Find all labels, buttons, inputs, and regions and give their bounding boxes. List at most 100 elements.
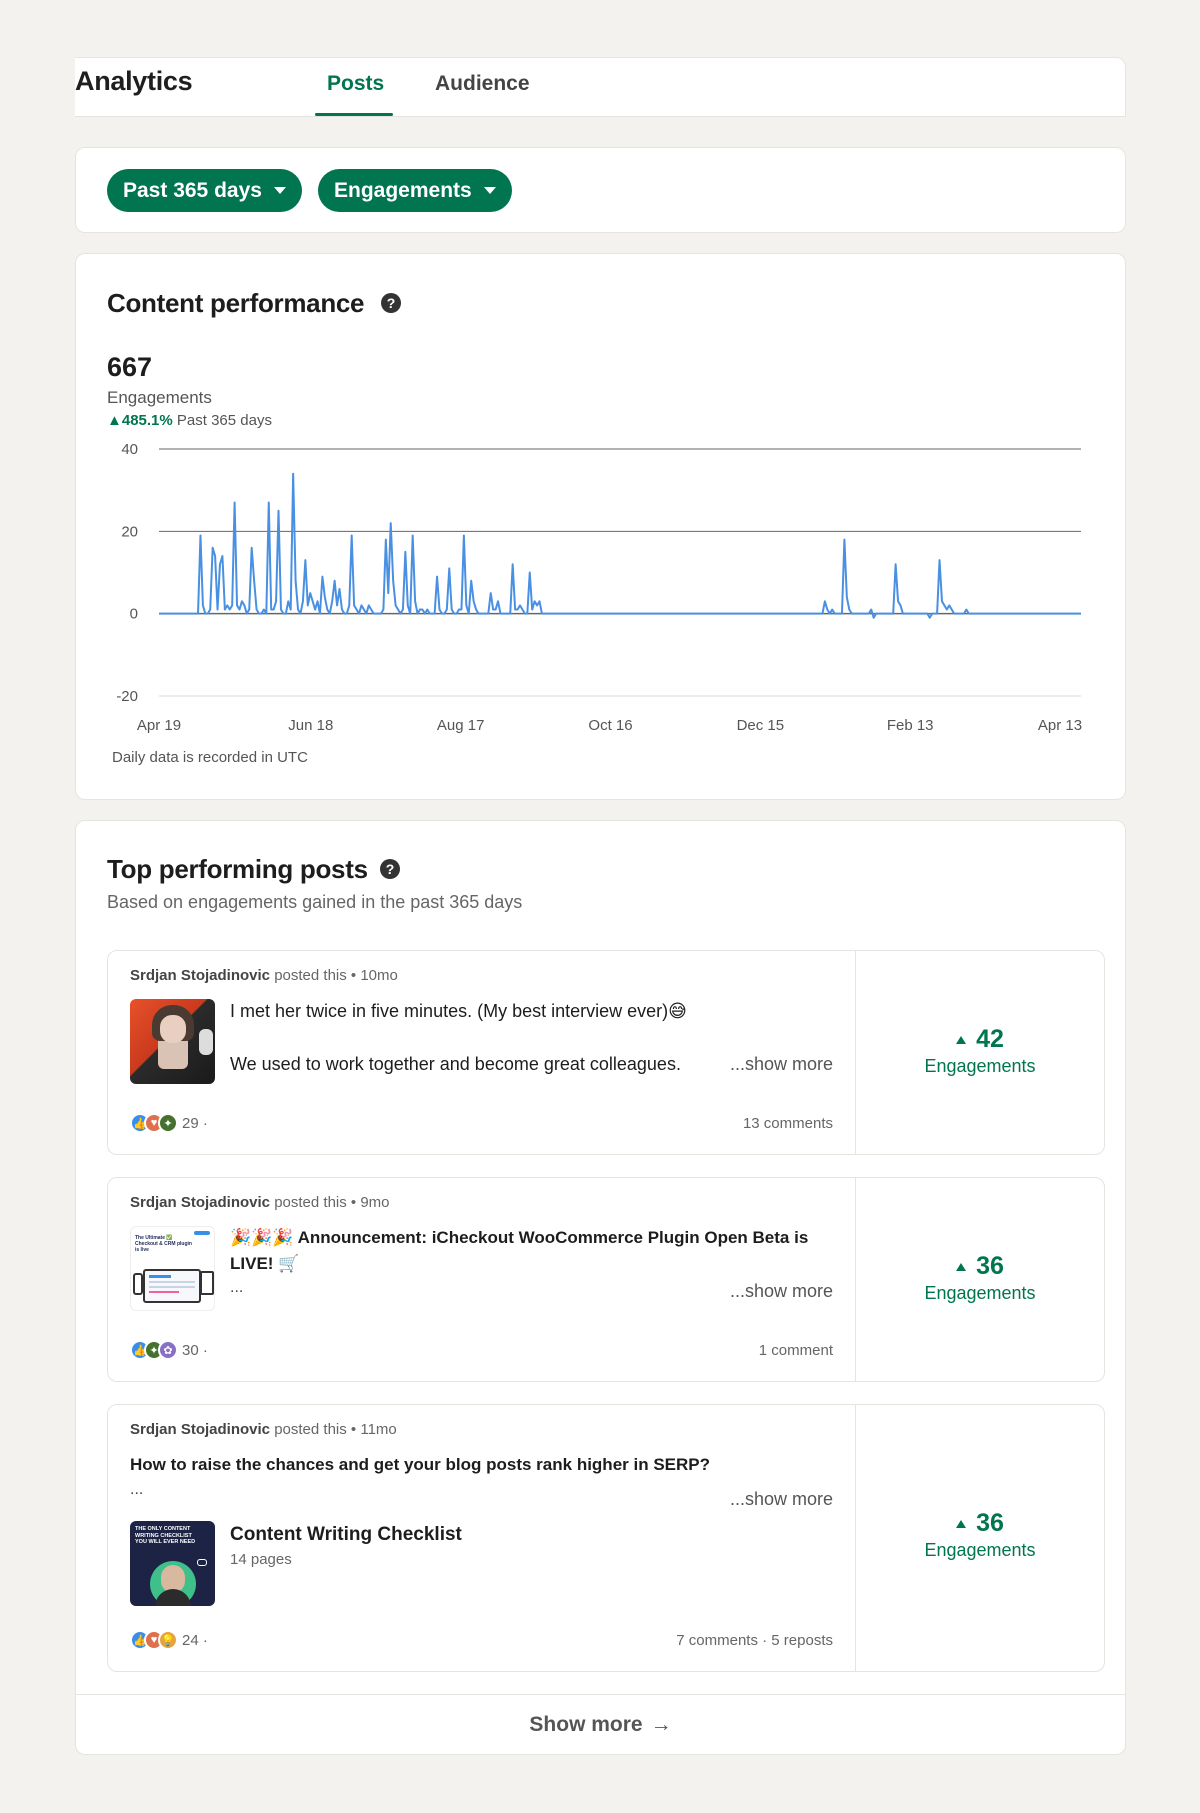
engagement-count: 42: [976, 1025, 1004, 1053]
reactions-summary[interactable]: 👍 ♥ ✦ 29 ·: [130, 1113, 208, 1133]
reactions-summary[interactable]: 👍 ♥ 💡 24 ·: [130, 1630, 208, 1650]
post-age: • 9mo: [350, 1194, 390, 1211]
badge-shape: [194, 1231, 210, 1235]
post-engagements: 42 Engagements: [856, 1025, 1104, 1077]
post-content: Srdjan Stojadinovic posted this • 11mo H…: [108, 1405, 856, 1671]
x-tick-label: Feb 13: [887, 717, 934, 734]
post-engagements: 36 Engagements: [856, 1252, 1104, 1304]
engagements-line-chart: 40 20 0 -20 Apr 19 Jun 18 Aug 17 Oct 16 Dec 15 Fe…: [116, 441, 1082, 734]
triangle-up-icon: [956, 1519, 967, 1528]
section-title: Top performing posts: [107, 854, 368, 884]
metric-label: Engagements: [334, 178, 472, 202]
total-engagements: 667: [107, 352, 153, 382]
reaction-count: 30 ·: [182, 1341, 208, 1359]
face-shape: [160, 1015, 186, 1043]
comments-count[interactable]: 1 comment: [759, 1342, 833, 1359]
show-more-button[interactable]: Show more →: [76, 1694, 1125, 1754]
x-tick-label: Apr 13: [1038, 717, 1082, 734]
page-title: Analytics: [75, 66, 193, 96]
post-thumbnail[interactable]: The Ultimate ✅ Checkout & CRM plugin is …: [130, 1226, 215, 1311]
engagement-label: Engagements: [924, 1056, 1036, 1076]
date-range-dropdown[interactable]: Past 365 days: [107, 169, 302, 212]
celebrate-reaction-icon: ✦: [158, 1113, 178, 1133]
triangle-up-icon: [956, 1262, 967, 1271]
y-tick-label: 20: [121, 523, 138, 540]
post-text-line: I met her twice in five minutes. (My bes…: [230, 1001, 687, 1021]
posted-this: posted this: [274, 1194, 347, 1211]
tablet-icon: [200, 1271, 214, 1295]
author-name[interactable]: Srdjan Stojadinovic: [130, 1421, 270, 1438]
date-range-label: Past 365 days: [123, 178, 262, 202]
microphone-icon: [199, 1029, 213, 1055]
post-thumbnail[interactable]: [130, 999, 215, 1084]
engagement-label: Engagements: [924, 1283, 1036, 1303]
content-performance-card: Content performance ? 667 Engagements ▲4…: [75, 253, 1126, 800]
chat-bubble-icon: [197, 1559, 207, 1566]
engagements-series-line[interactable]: [159, 472, 1081, 619]
phone-icon: [133, 1273, 143, 1295]
metric-name: Engagements: [107, 388, 212, 407]
insightful-reaction-icon: ✿: [158, 1340, 178, 1360]
post-text-line: We used to work together and become grea…: [230, 1054, 681, 1074]
post-text-line: How to raise the chances and get your bl…: [130, 1455, 710, 1474]
change-indicator: ▲485.1% Past 365 days: [107, 412, 272, 429]
post-age: • 11mo: [350, 1421, 397, 1438]
top-posts-card: Top performing posts ? Based on engageme…: [75, 820, 1126, 1755]
document-title[interactable]: Content Writing Checklist: [230, 1524, 462, 1546]
show-more-link[interactable]: ...show more: [730, 1489, 833, 1510]
post-author-line: Srdjan Stojadinovic posted this • 9mo: [130, 1194, 390, 1211]
insightful-reaction-icon: 💡: [158, 1630, 178, 1650]
document-thumbnail[interactable]: THE ONLY CONTENT WRITING CHECKLIST YOU W…: [130, 1521, 215, 1606]
arrow-right-icon: →: [650, 1712, 672, 1736]
change-period: Past 365 days: [176, 412, 272, 429]
analytics-header: Analytics Posts Audience: [75, 57, 1126, 117]
tab-posts[interactable]: Posts: [327, 72, 384, 96]
engagement-count: 36: [976, 1252, 1004, 1280]
show-more-link[interactable]: ...show more: [730, 1281, 833, 1302]
author-name[interactable]: Srdjan Stojadinovic: [130, 967, 270, 984]
post-text-line: 🎉🎉🎉 Announcement: iCheckout WooCommerce …: [230, 1228, 809, 1247]
tab-audience[interactable]: Audience: [435, 72, 530, 96]
comments-count[interactable]: 13 comments: [743, 1115, 833, 1132]
reactions-summary[interactable]: 👍 ✦ ✿ 30 ·: [130, 1340, 208, 1360]
metric-dropdown[interactable]: Engagements: [318, 169, 512, 212]
y-tick-label: 0: [130, 606, 138, 623]
reaction-count: 29 ·: [182, 1114, 208, 1132]
author-name[interactable]: Srdjan Stojadinovic: [130, 1194, 270, 1211]
x-tick-label: Jun 18: [288, 717, 333, 734]
post-card[interactable]: Srdjan Stojadinovic posted this • 10mo I…: [107, 950, 1105, 1155]
document-pages: 14 pages: [230, 1551, 292, 1568]
post-card[interactable]: Srdjan Stojadinovic posted this • 9mo Th…: [107, 1177, 1105, 1382]
y-tick-label: -20: [116, 688, 138, 705]
post-age: • 10mo: [350, 967, 398, 984]
utc-footnote: Daily data is recorded in UTC: [112, 749, 308, 766]
triangle-up-icon: [956, 1035, 967, 1044]
x-tick-label: Oct 16: [588, 717, 632, 734]
laptop-icon: [143, 1269, 201, 1303]
post-text-ellipsis: ...: [230, 1279, 244, 1296]
show-more-label: Show more: [529, 1712, 643, 1736]
post-author-line: Srdjan Stojadinovic posted this • 10mo: [130, 967, 398, 984]
posted-this: posted this: [274, 967, 347, 984]
x-tick-label: Apr 19: [137, 717, 181, 734]
triangle-up-icon: ▲: [107, 412, 122, 429]
post-text-line: LIVE! 🛒: [230, 1254, 300, 1273]
comments-count[interactable]: 7 comments · 5 reposts: [676, 1632, 833, 1649]
post-card[interactable]: Srdjan Stojadinovic posted this • 11mo H…: [107, 1404, 1105, 1672]
question-circle-icon[interactable]: ?: [381, 293, 401, 313]
change-percent: 485.1%: [121, 412, 173, 429]
post-text-ellipsis: ...: [130, 1481, 144, 1498]
x-tick-label: Dec 15: [737, 717, 785, 734]
reaction-count: 24 ·: [182, 1631, 208, 1649]
question-circle-icon[interactable]: ?: [380, 859, 400, 879]
post-author-line: Srdjan Stojadinovic posted this • 11mo: [130, 1421, 397, 1438]
active-tab-indicator: [315, 113, 393, 116]
caret-down-icon: [483, 187, 496, 194]
section-subtitle: Based on engagements gained in the past …: [107, 892, 523, 912]
post-engagements: 36 Engagements: [856, 1509, 1104, 1561]
show-more-link[interactable]: ...show more: [730, 1054, 833, 1075]
section-title: Content performance: [107, 288, 365, 318]
x-tick-label: Aug 17: [437, 717, 485, 734]
post-content: Srdjan Stojadinovic posted this • 9mo Th…: [108, 1178, 856, 1381]
engagement-count: 36: [976, 1509, 1004, 1537]
